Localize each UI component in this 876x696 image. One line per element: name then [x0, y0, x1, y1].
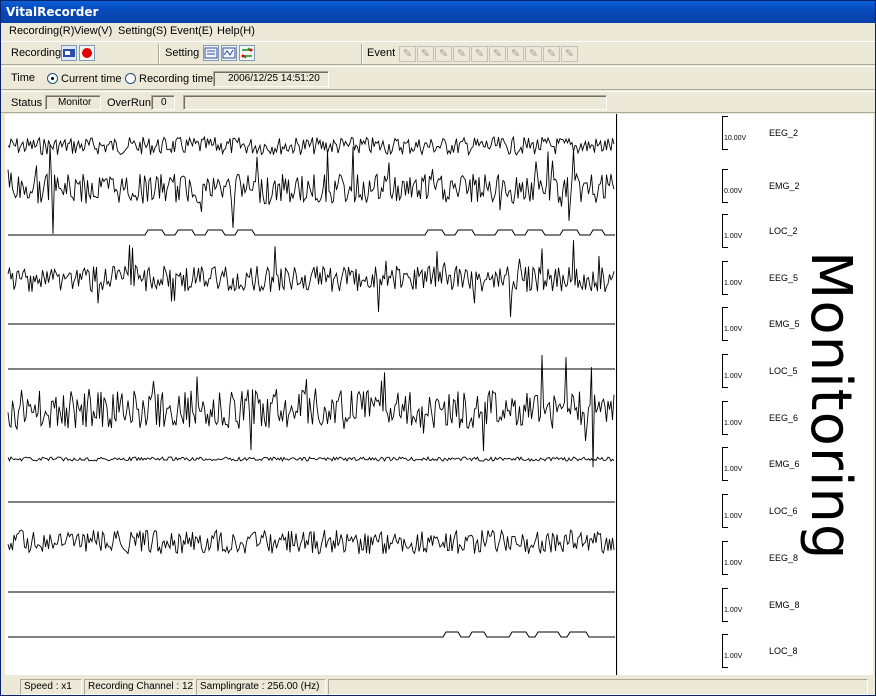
status-label: Status — [11, 97, 43, 109]
status-bar-top: Status Monitor OverRun 0 — [1, 91, 875, 113]
event-button-9[interactable]: ✎ — [543, 46, 560, 62]
event-button-3[interactable]: ✎ — [435, 46, 452, 62]
channel-scale-value: 10.00V — [724, 135, 747, 142]
event-button-10[interactable]: ✎ — [561, 46, 578, 62]
time-label: Time — [11, 72, 36, 84]
menu-view[interactable]: View(V) — [74, 25, 112, 37]
channel-scale-value: 1.00V — [724, 420, 743, 427]
channel-label: EMG_5 — [769, 319, 800, 329]
recording-channel-status: Recording Channel : 12 — [84, 679, 194, 695]
event-button-8[interactable]: ✎ — [525, 46, 542, 62]
event-button-5[interactable]: ✎ — [471, 46, 488, 62]
recording-label: Recording — [11, 47, 62, 59]
channel-label: EEG_8 — [769, 553, 799, 563]
channel-setting-icon[interactable] — [203, 45, 219, 61]
time-value-field: 2006/12/25 14:51:20 — [213, 71, 329, 87]
scale-bracket — [722, 214, 728, 248]
io-setting-icon[interactable] — [239, 45, 255, 61]
channel-scale-value: 1.00V — [724, 466, 743, 473]
window-title: VitalRecorder — [6, 5, 99, 19]
scale-bracket — [722, 494, 728, 528]
menu-bar: Recording(R) View(V) Setting(S) Event(E)… — [1, 24, 875, 40]
event-button-2[interactable]: ✎ — [417, 46, 434, 62]
record-button[interactable] — [79, 45, 95, 61]
channel-label: LOC_6 — [769, 506, 798, 516]
samplingrate-status: Samplingrate : 256.00 (Hz) — [196, 679, 326, 695]
monitoring-overlay-text: Monitoring — [798, 251, 863, 561]
event-button-1[interactable]: ✎ — [399, 46, 416, 62]
status-value: Monitor — [45, 95, 101, 110]
toolbar-separator — [158, 44, 160, 64]
channel-label: EMG_8 — [769, 600, 800, 610]
scale-bracket — [722, 261, 728, 295]
scale-bracket — [722, 401, 728, 435]
waveform-svg — [7, 135, 615, 638]
scale-bracket — [722, 116, 728, 150]
channel-label: LOC_2 — [769, 226, 798, 236]
scale-bracket — [722, 354, 728, 388]
app-window: VitalRecorder Recording(R) View(V) Setti… — [0, 0, 876, 696]
current-time-label: Current time — [61, 73, 122, 85]
eeg-6-trace — [7, 354, 615, 468]
recording-time-radio[interactable] — [125, 73, 136, 84]
speed-status: Speed : x1 — [20, 679, 82, 695]
channel-scale-value: 1.00V — [724, 280, 743, 287]
eeg-5-trace — [7, 240, 615, 317]
emg-6-trace — [7, 455, 615, 463]
toolbar-separator — [361, 44, 363, 64]
channel-label: EEG_5 — [769, 273, 799, 283]
channel-label: EMG_6 — [769, 459, 800, 469]
channel-scale-value: 1.00V — [724, 326, 743, 333]
scale-bracket — [722, 634, 728, 668]
scale-bracket — [722, 169, 728, 203]
scale-bracket — [722, 588, 728, 622]
channel-scale-value: 1.00V — [724, 513, 743, 520]
channel-scale-value: 1.00V — [724, 373, 743, 380]
setting-label: Setting — [165, 47, 200, 59]
channel-scale-value: 1.00V — [724, 560, 743, 567]
emg-2-trace — [7, 144, 615, 234]
channel-label: EMG_2 — [769, 181, 800, 191]
current-time-radio[interactable] — [47, 73, 58, 84]
overrun-label: OverRun — [107, 97, 152, 109]
event-label: Event — [367, 47, 396, 59]
channel-label: LOC_5 — [769, 366, 798, 376]
channel-label: LOC_8 — [769, 646, 798, 656]
loc-8-trace — [8, 631, 615, 638]
scale-bracket — [722, 307, 728, 341]
channel-scale-value: 0.00V — [724, 188, 743, 195]
scale-bracket — [722, 447, 728, 481]
channel-label: EEG_2 — [769, 128, 799, 138]
menu-recording[interactable]: Recording(R) — [9, 25, 74, 37]
overrun-value: 0 — [151, 95, 175, 110]
scale-bracket — [722, 541, 728, 575]
loc-2-trace — [8, 229, 615, 236]
event-button-6[interactable]: ✎ — [489, 46, 506, 62]
eeg-2-trace — [7, 135, 615, 157]
event-button-4[interactable]: ✎ — [453, 46, 470, 62]
status-extra — [328, 679, 868, 695]
menu-setting[interactable]: Setting(S) — [118, 25, 167, 37]
channel-label: EEG_6 — [769, 413, 799, 423]
eeg-8-trace — [7, 529, 615, 555]
monitor-icon[interactable] — [61, 45, 77, 61]
waveform-plot — [5, 114, 617, 675]
recording-time-label: Recording time — [139, 73, 213, 85]
toolbar: Recording Setting Event ✎ ✎ ✎ ✎ ✎ ✎ ✎ ✎ … — [1, 41, 875, 65]
time-bar: Time Current time Recording time 2006/12… — [1, 66, 875, 90]
display-setting-icon[interactable] — [221, 45, 237, 61]
menu-event[interactable]: Event(E) — [170, 25, 213, 37]
event-button-7[interactable]: ✎ — [507, 46, 524, 62]
channel-scale-value: 1.00V — [724, 607, 743, 614]
overrun-progress-bar — [183, 95, 607, 110]
channel-scale-value: 1.00V — [724, 653, 743, 660]
channel-scale-value: 1.00V — [724, 233, 743, 240]
title-bar: VitalRecorder — [1, 1, 875, 23]
menu-help[interactable]: Help(H) — [217, 25, 255, 37]
status-bar: Speed : x1 Recording Channel : 12 Sampli… — [1, 678, 875, 696]
